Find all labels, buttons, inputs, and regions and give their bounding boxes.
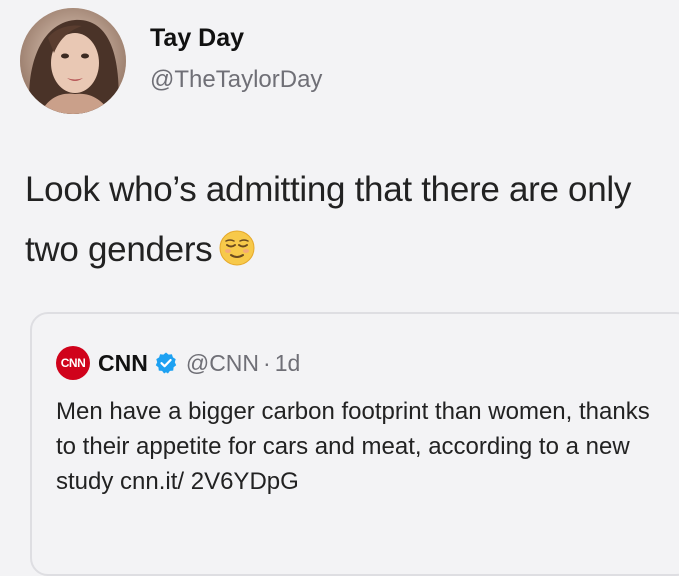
cnn-logo-icon[interactable]: CNN [56,346,90,380]
quoted-author-handle[interactable]: @CNN [186,350,259,377]
tweet-card: Tay Day @TheTaylorDay Look who’s admitti… [0,0,679,576]
quoted-tweet-header: CNN CNN @CNN · 1d [56,346,300,380]
verified-badge-icon [154,351,178,375]
profile-photo-icon [20,8,126,114]
meta-separator: · [263,349,271,376]
avatar[interactable] [20,8,126,114]
tweet-text: Look who’s admitting that there are only… [25,160,675,280]
tweet-text-content: Look who’s admitting that there are only… [25,170,632,269]
quoted-tweet-text: Men have a bigger carbon footprint than … [56,398,650,495]
cnn-logo-text: CNN [60,356,86,370]
quoted-tweet-card[interactable]: CNN CNN @CNN · 1d Men have a bigger carb… [30,312,679,576]
quoted-author-name[interactable]: CNN [98,350,148,377]
author-handle[interactable]: @TheTaylorDay [150,66,322,94]
quoted-tweet-time[interactable]: 1d [275,350,301,377]
relieved-face-emoji-icon [218,226,256,266]
author-name[interactable]: Tay Day [150,24,244,53]
